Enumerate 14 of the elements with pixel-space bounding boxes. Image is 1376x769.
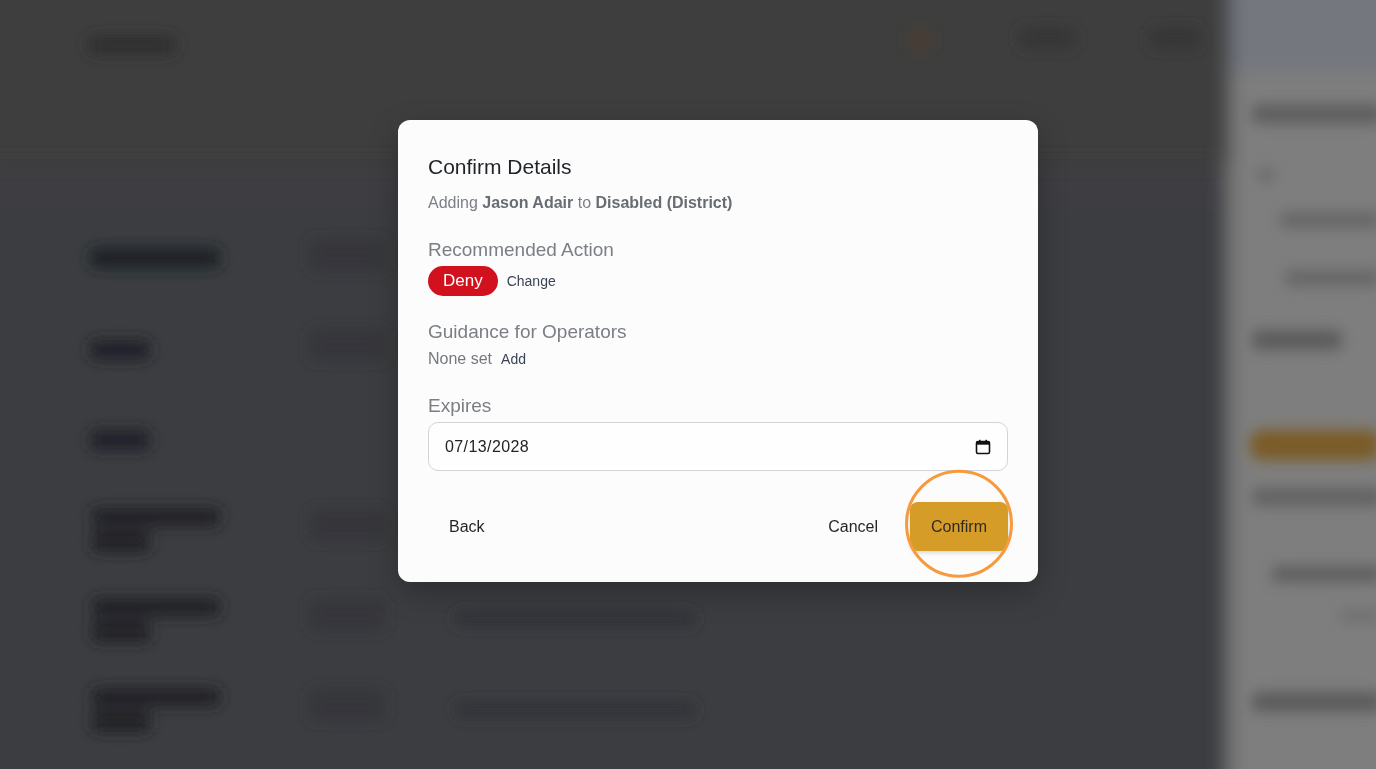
section-label: Guidance for Operators (428, 320, 627, 344)
guidance-value: None set (428, 349, 493, 369)
calendar-icon[interactable] (975, 438, 991, 455)
date-field[interactable]: 07/13/2028 (428, 422, 1008, 471)
action-badge: Deny (428, 266, 498, 296)
dialog-subtitle: Adding Jason Adair to Disabled (District) (428, 193, 733, 213)
text-button[interactable]: Back (428, 502, 506, 551)
change-link[interactable]: Change (506, 271, 556, 291)
text-button[interactable]: Cancel (807, 502, 899, 551)
dialog-title: Confirm Details (428, 154, 572, 180)
section-label: Expires (428, 394, 492, 418)
confirm-button[interactable]: Confirm (910, 502, 1008, 551)
add-link[interactable]: Add (501, 349, 526, 369)
section-label: Recommended Action (428, 238, 614, 262)
